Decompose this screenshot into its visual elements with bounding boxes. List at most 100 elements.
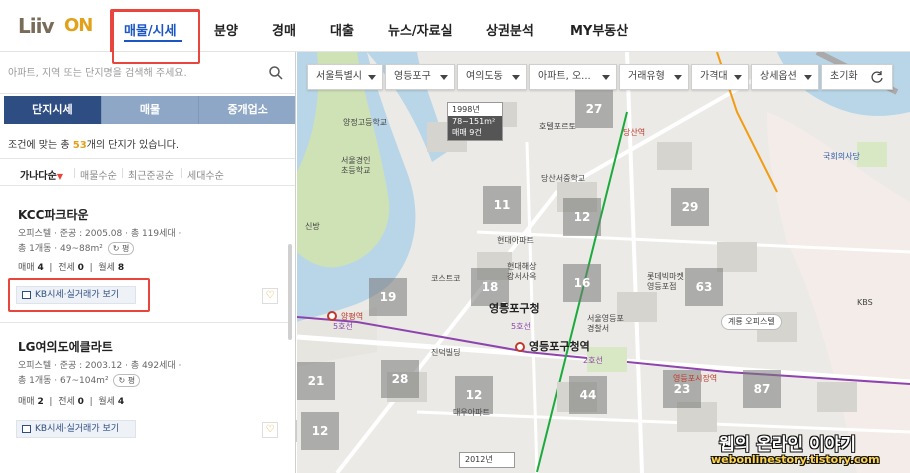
pyeong-toggle[interactable]: ↻ 평 — [113, 374, 141, 387]
jeonse-count: 0 — [77, 397, 84, 407]
map-cluster[interactable]: 11 — [483, 186, 521, 224]
sort-households[interactable]: 세대수순 — [187, 167, 224, 182]
map-label-hyundai-hs: 현대해상 강서사옥 — [507, 262, 537, 281]
watermark-url: webonlinestory.tistory.com — [711, 453, 880, 466]
map-label-gu-office: 영등포구청 — [489, 302, 540, 315]
map-cluster[interactable]: 28 — [381, 360, 419, 398]
favorite-heart-icon[interactable]: ♡ — [262, 288, 278, 304]
nav-item-news[interactable]: 뉴스/자료실 — [388, 20, 453, 39]
map-label-jinduk: 진덕빌딩 — [431, 348, 461, 357]
nav-item-presale[interactable]: 분양 — [214, 20, 238, 39]
subway-station-icon[interactable] — [515, 342, 525, 352]
nav-item-loan[interactable]: 대출 — [330, 20, 354, 39]
sort-recent-built[interactable]: 최근준공순 — [128, 167, 174, 182]
filter-district[interactable]: 영등포구 — [385, 64, 455, 90]
map-label-dangsan-middle: 당산서중학교 — [541, 174, 586, 183]
listing-name[interactable]: LG여의도에클라트 — [18, 338, 113, 355]
jeonse-count: 0 — [77, 263, 84, 273]
subway-station-icon[interactable] — [327, 311, 337, 321]
tooltip-area: 78~151m² — [448, 116, 502, 127]
listing-info-area: 총 1개동 · 67~104m² ↻ 평 — [18, 373, 141, 387]
listing-name[interactable]: KCC파크타운 — [18, 206, 89, 223]
map-label-dangsan-station: 당산역 — [623, 128, 646, 137]
map-label-hotel: 호텔포르토 — [539, 122, 576, 131]
map-cluster[interactable]: 12 — [301, 412, 339, 450]
map-cluster[interactable]: 27 — [575, 90, 613, 128]
map-label-line5-b: 5호선 — [511, 322, 531, 331]
map-year-label[interactable]: 2012년 — [459, 452, 515, 468]
logo-text-on: ON — [64, 15, 93, 36]
filter-dong[interactable]: 여의도동 — [457, 64, 527, 90]
map-label-yangjeong-high: 양정고등학교 — [343, 118, 388, 127]
map-label-office[interactable]: 계룡 오피스텔 — [721, 314, 782, 330]
map-label-gu-office-station: 영등포구청역 — [529, 340, 590, 353]
sale-label: 매매 — [18, 263, 35, 273]
tab-complex-price[interactable]: 단지시세 — [4, 96, 102, 124]
price-tooltip[interactable]: 1998년 78~151m² 매매 9건 — [447, 102, 503, 141]
app: Liiv ON 매물/시세 분양 경매 대출 뉴스/자료실 상권분석 MY부동산… — [0, 0, 910, 473]
map-cluster[interactable]: 44 — [569, 376, 607, 414]
kb-price-button[interactable]: KB시세·실거래가 보기 — [16, 420, 136, 438]
map-label-market-station: 영등포시장역 — [673, 374, 718, 383]
sale-label: 매매 — [18, 397, 35, 407]
map-view[interactable]: 서울특별시 영등포구 여의도동 아파트, 오... 거래유형 가격대 상세옵션 … — [297, 52, 910, 473]
listing-area: 총 1개동 · 67~104m² — [18, 376, 109, 386]
wolse-label: 월세 — [98, 397, 115, 407]
sort-listing-count[interactable]: 매물수순 — [80, 167, 117, 182]
panel-tabs: 단지시세 매물 중개업소 — [4, 96, 295, 124]
tab-agencies[interactable]: 중개업소 — [199, 96, 295, 124]
map-cluster[interactable]: 16 — [563, 264, 601, 302]
filter-deal-type[interactable]: 거래유형 — [619, 64, 689, 90]
nav-item-commercial-analysis[interactable]: 상권분석 — [486, 20, 534, 39]
listing-item[interactable]: LG여의도에클라트 오피스텔 · 준공 : 2003.12 · 총 492세대 … — [0, 324, 292, 449]
favorite-heart-icon[interactable]: ♡ — [262, 422, 278, 438]
map-cluster[interactable]: 18 — [471, 268, 509, 306]
map-cluster[interactable]: 29 — [671, 188, 709, 226]
sort-divider — [74, 168, 75, 178]
nav-item-auction[interactable]: 경매 — [272, 20, 296, 39]
filter-property-type[interactable]: 아파트, 오... — [529, 64, 617, 90]
pyeong-label: 평 — [127, 376, 136, 385]
map-label-line5: 5호선 — [333, 322, 353, 331]
sort-divider — [122, 168, 123, 178]
chevron-down-icon — [674, 75, 682, 80]
filter-detail-options[interactable]: 상세옵션 — [751, 64, 819, 90]
filter-district-label: 영등포구 — [394, 71, 431, 82]
filter-price-range[interactable]: 가격대 — [691, 64, 749, 90]
chevron-down-icon — [602, 75, 610, 80]
chevron-down-icon — [804, 75, 812, 80]
map-label-national-assembly: 국회의사당 — [823, 152, 860, 161]
sale-count: 4 — [37, 263, 44, 273]
chevron-down-icon — [368, 75, 376, 80]
reset-filters-button[interactable]: 초기화 — [821, 64, 893, 90]
filter-detail-options-label: 상세옵션 — [760, 71, 797, 82]
monitor-icon — [22, 425, 31, 433]
search-input[interactable] — [8, 62, 258, 84]
result-suffix: 개의 단지가 있습니다. — [86, 140, 180, 151]
map-cluster[interactable]: 87 — [743, 370, 781, 408]
chevron-down-icon — [512, 75, 520, 80]
kb-button-highlight-box — [8, 278, 150, 312]
list-scrollbar[interactable] — [288, 244, 292, 340]
liiv-on-logo[interactable]: Liiv ON — [18, 14, 94, 38]
nav-item-my-realestate[interactable]: MY부동산 — [570, 20, 628, 39]
listing-info-area: 총 1개동 · 49~88m² ↻ 평 — [18, 241, 135, 255]
map-cluster[interactable]: 12 — [563, 198, 601, 236]
tooltip-year: 1998년 — [452, 105, 480, 114]
filter-dong-label: 여의도동 — [466, 71, 503, 82]
tab-listings[interactable]: 매물 — [101, 96, 200, 124]
filter-city[interactable]: 서울특별시 — [307, 64, 383, 90]
search-icon[interactable] — [268, 65, 284, 81]
pyeong-toggle[interactable]: ↻ 평 — [107, 242, 135, 255]
blog-watermark: 웹의 온라인 이야기 webonlinestory.tistory.com — [709, 428, 909, 473]
wolse-count: 8 — [117, 263, 125, 273]
sort-alphabetical[interactable]: 가나다순▼ — [20, 167, 63, 182]
deal-counts: 매매 2 | 전세 0 | 월세 4 — [18, 397, 125, 407]
map-cluster[interactable]: 21 — [297, 362, 335, 400]
map-cluster[interactable]: 63 — [685, 268, 723, 306]
map-label-gyeongin-elem: 서울경인 초등학교 — [341, 156, 371, 175]
listing-info: 오피스텔 · 준공 : 2005.08 · 총 119세대 · — [18, 229, 182, 239]
sort-options: 가나다순▼ 매물수순 최근준공순 세대수순 — [0, 158, 295, 186]
map-cluster[interactable]: 19 — [369, 278, 407, 316]
jeonse-label: 전세 — [58, 263, 75, 273]
